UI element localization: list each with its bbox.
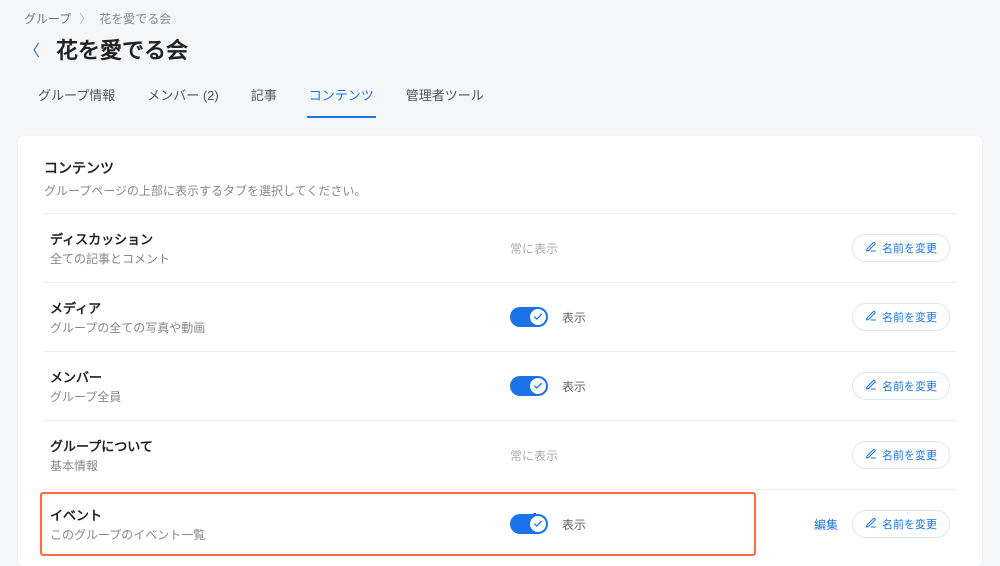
row-desc: このグループのイベント一覧 <box>50 526 510 543</box>
row-name: グループについて <box>50 436 510 455</box>
rename-button[interactable]: 名前を変更 <box>852 303 950 331</box>
status-always: 常に表示 <box>510 447 558 464</box>
pencil-icon <box>865 517 877 532</box>
pencil-icon <box>865 241 877 256</box>
row-name: メンバー <box>50 367 510 386</box>
edit-button[interactable]: 編集 <box>810 516 842 533</box>
rename-label: 名前を変更 <box>882 309 937 325</box>
check-icon <box>530 378 546 394</box>
breadcrumb: グループ 〉 花を愛でる会 <box>0 0 1000 27</box>
tab-1[interactable]: メンバー (2) <box>145 77 221 118</box>
content-card: コンテンツ グループページの上部に表示するタブを選択してください。 ディスカッシ… <box>18 136 982 566</box>
check-icon <box>530 516 546 532</box>
row-desc: グループ全員 <box>50 388 510 405</box>
content-row: イベントこのグループのイベント一覧 表示 編集 名前を変更 <box>44 489 956 558</box>
chevron-right-icon: 〉 <box>79 10 91 27</box>
breadcrumb-current: 花を愛でる会 <box>99 10 171 27</box>
content-row: ディスカッション全ての記事とコメント常に表示 名前を変更 <box>44 213 956 282</box>
section-title: コンテンツ <box>44 158 956 178</box>
content-row: メンバーグループ全員 表示 名前を変更 <box>44 351 956 420</box>
status-show: 表示 <box>562 309 586 326</box>
rename-label: 名前を変更 <box>882 447 937 463</box>
pencil-icon <box>865 310 877 325</box>
rename-button[interactable]: 名前を変更 <box>852 441 950 469</box>
breadcrumb-root[interactable]: グループ <box>24 10 71 27</box>
tabs: グループ情報メンバー (2) 記事コンテンツ管理者ツール <box>0 77 1000 118</box>
content-row: グループについて基本情報常に表示 名前を変更 <box>44 420 956 489</box>
rename-button[interactable]: 名前を変更 <box>852 234 950 262</box>
page-title: 花を愛でる会 <box>56 33 188 65</box>
status-show: 表示 <box>562 516 586 533</box>
row-name: イベント <box>50 505 510 524</box>
back-chevron-icon[interactable]: 〈 <box>20 35 44 63</box>
status-always: 常に表示 <box>510 240 558 257</box>
row-name: ディスカッション <box>50 229 510 248</box>
section-subtitle: グループページの上部に表示するタブを選択してください。 <box>44 182 956 199</box>
content-row: メディアグループの全ての写真や動画 表示 名前を変更 <box>44 282 956 351</box>
rename-button[interactable]: 名前を変更 <box>852 372 950 400</box>
tab-0[interactable]: グループ情報 <box>36 77 117 118</box>
visibility-toggle[interactable] <box>510 307 548 327</box>
pencil-icon <box>865 448 877 463</box>
row-name: メディア <box>50 298 510 317</box>
row-desc: 基本情報 <box>50 457 510 474</box>
rename-label: 名前を変更 <box>882 378 937 394</box>
rename-button[interactable]: 名前を変更 <box>852 510 950 538</box>
tab-2[interactable]: 記事 <box>249 77 279 118</box>
rename-label: 名前を変更 <box>882 240 937 256</box>
check-icon <box>530 309 546 325</box>
row-desc: グループの全ての写真や動画 <box>50 319 510 336</box>
pencil-icon <box>865 379 877 394</box>
rename-label: 名前を変更 <box>882 516 937 532</box>
visibility-toggle[interactable] <box>510 514 548 534</box>
tab-3[interactable]: コンテンツ <box>307 77 376 118</box>
visibility-toggle[interactable] <box>510 376 548 396</box>
row-desc: 全ての記事とコメント <box>50 250 510 267</box>
status-show: 表示 <box>562 378 586 395</box>
tab-4[interactable]: 管理者ツール <box>404 77 486 118</box>
